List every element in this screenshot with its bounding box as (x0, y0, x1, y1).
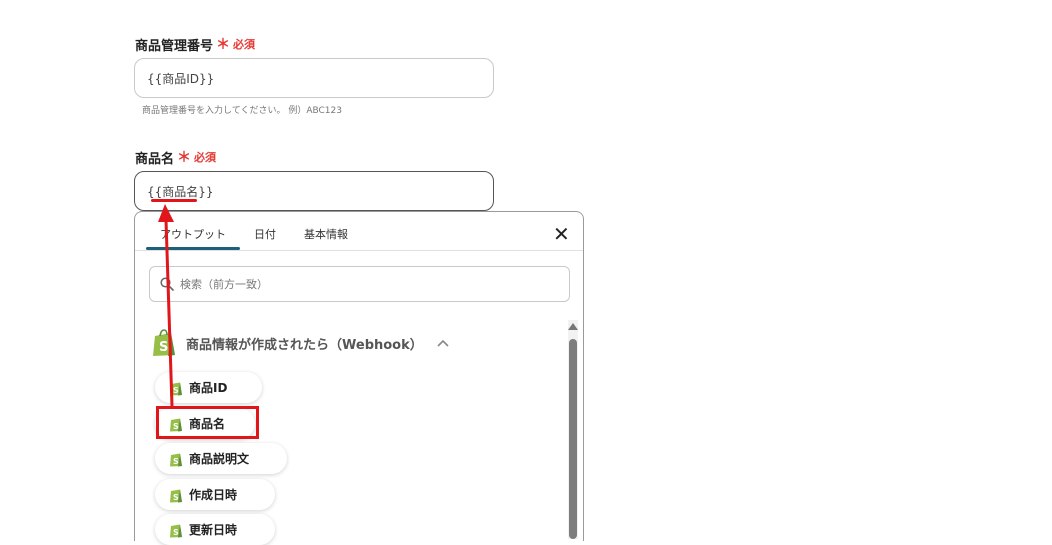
tab-basic-info[interactable]: 基本情報 (304, 226, 348, 242)
list-item-product-description[interactable]: S 商品説明文 (155, 443, 287, 474)
list-item-label: 作成日時 (189, 488, 238, 502)
chevron-up-icon[interactable] (437, 339, 449, 347)
svg-text:S: S (173, 528, 179, 537)
tab-divider (135, 250, 583, 251)
field-label-product-name: 商品名 ＊ 必須 (135, 147, 216, 167)
required-text: 必須 (233, 38, 256, 51)
shopify-icon: S (170, 453, 182, 466)
close-icon[interactable]: ✕ (553, 224, 570, 244)
annotation-arrow (158, 204, 174, 407)
svg-text:S: S (173, 457, 179, 466)
required-star: ＊ (216, 37, 231, 53)
field-label-text: 商品管理番号 (135, 38, 214, 54)
field-label-text: 商品名 (135, 151, 175, 167)
field-label-product-code: 商品管理番号 ＊ 必須 (135, 34, 255, 54)
product-code-value: {{商品ID}} (147, 71, 215, 86)
svg-text:S: S (173, 493, 179, 502)
list-item-updated-at[interactable]: S 更新日時 (155, 514, 275, 545)
product-code-input[interactable]: {{商品ID}} (134, 58, 494, 98)
required-text: 必須 (194, 151, 217, 164)
product-code-hint: 商品管理番号を入力してください。 例）ABC123 (142, 106, 342, 116)
required-star: ＊ (177, 150, 192, 166)
shopify-icon: S (170, 489, 182, 502)
list-item-label: 更新日時 (189, 523, 238, 537)
list-item-label: 商品ID (189, 381, 228, 395)
section-title: 商品情報が作成されたら（Webhook） (186, 337, 423, 353)
section-header[interactable]: S 商品情報が作成されたら（Webhook） (150, 328, 449, 358)
search-input[interactable]: 検索（前方一致） (149, 266, 570, 302)
list-item-label: 商品説明文 (189, 452, 250, 466)
list-item-created-at[interactable]: S 作成日時 (155, 479, 275, 510)
tab-date[interactable]: 日付 (254, 226, 276, 242)
scroll-up-arrow[interactable] (568, 323, 578, 330)
search-placeholder: 検索（前方一致） (180, 278, 268, 291)
shopify-icon: S (170, 524, 182, 537)
scrollbar-thumb[interactable] (569, 339, 577, 539)
product-name-value: {{商品名}} (147, 184, 214, 199)
